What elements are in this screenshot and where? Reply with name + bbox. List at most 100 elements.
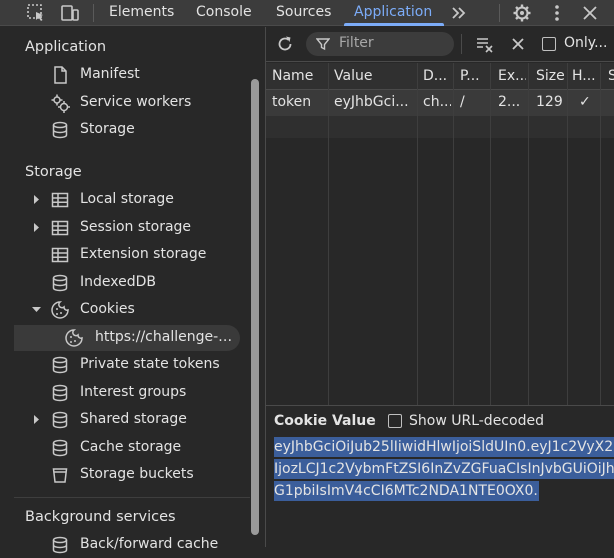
sidebar-item-label: Local storage — [80, 191, 174, 207]
column-header-expires[interactable]: Ex... — [498, 68, 526, 84]
cookie-value-text-line[interactable]: eyJhbGciOiJub25lIiwidHlwIjoiSldUIn0.eyJ1… — [274, 437, 614, 457]
collapse-arrow-icon[interactable] — [32, 305, 41, 314]
settings-gear-icon[interactable] — [512, 3, 532, 23]
more-tabs-icon[interactable] — [449, 3, 469, 23]
sidebar-item-service-workers[interactable]: Service workers — [14, 90, 240, 116]
column-divider[interactable] — [490, 63, 491, 405]
database-icon — [52, 356, 68, 374]
sidebar-item-label: https://challenge-1... — [95, 329, 237, 345]
cookie-table: Name Value D... P... Ex... Size H... S t… — [266, 63, 614, 405]
only-issues-label: Only... — [564, 35, 608, 51]
sidebar-item-label: Back/forward cache — [80, 536, 219, 552]
refresh-icon[interactable] — [275, 34, 295, 54]
sidebar-item-label: Cache storage — [80, 439, 182, 455]
database-icon — [52, 536, 68, 554]
tab-application[interactable]: Application — [354, 4, 432, 20]
tab-separator — [93, 4, 94, 22]
column-divider[interactable] — [453, 63, 454, 405]
tab-separator — [499, 4, 500, 22]
sidebar-scrollbar-thumb[interactable] — [251, 79, 259, 535]
database-icon — [52, 384, 68, 402]
sidebar-item-label: Manifest — [80, 66, 140, 82]
database-icon — [52, 411, 68, 429]
active-tab-indicator — [344, 23, 444, 26]
column-header-size[interactable]: Size — [536, 68, 566, 84]
tab-console[interactable]: Console — [196, 4, 252, 20]
column-header-value[interactable]: Value — [334, 68, 416, 84]
column-divider[interactable] — [417, 63, 418, 405]
column-header-secure[interactable]: S — [608, 68, 614, 84]
cell-path: / — [460, 94, 465, 110]
clear-filtered-cookies-icon[interactable] — [475, 34, 495, 54]
expand-arrow-icon[interactable] — [32, 223, 41, 232]
expand-arrow-icon[interactable] — [32, 415, 41, 424]
column-divider[interactable] — [328, 63, 329, 405]
close-devtools-icon[interactable] — [580, 3, 600, 23]
database-icon — [52, 121, 68, 139]
cell-value: eyJhbGci... — [334, 94, 409, 110]
column-header-domain[interactable]: D... — [423, 68, 451, 84]
sidebar-item-storage-buckets[interactable]: Storage buckets — [14, 462, 240, 488]
sidebar-item-indexeddb[interactable]: IndexedDB — [14, 270, 240, 296]
only-issues-checkbox[interactable] — [542, 37, 556, 51]
sidebar-item-storage[interactable]: Storage — [14, 117, 240, 143]
section-title-application: Application — [25, 39, 107, 55]
sidebar-item-label: Interest groups — [80, 384, 187, 400]
sidebar-item-local-storage[interactable]: Local storage — [14, 187, 240, 213]
cell-name: token — [272, 94, 312, 110]
table-row[interactable]: token eyJhbGci... ch... / 2... 129 ✓ — [266, 90, 614, 116]
filter-funnel-icon — [316, 38, 330, 51]
filter-input[interactable]: Filter — [306, 32, 454, 56]
column-header-name[interactable]: Name — [272, 68, 326, 84]
sidebar-item-extension-storage[interactable]: Extension storage — [14, 242, 240, 268]
cookie-value-text-line[interactable]: IjozLCJ1c2VybmFtZSI6InZvZGFuaCIsInJvbGUi… — [274, 459, 614, 479]
database-icon — [52, 274, 68, 292]
delete-selected-icon[interactable] — [508, 34, 528, 54]
inspect-element-icon[interactable] — [26, 3, 46, 23]
sidebar-item-label: IndexedDB — [80, 274, 156, 290]
column-header-path[interactable]: P... — [460, 68, 486, 84]
device-toolbar-icon[interactable] — [60, 3, 80, 23]
expand-arrow-icon[interactable] — [32, 195, 41, 204]
cell-expires: 2... — [498, 94, 521, 110]
table-icon — [51, 247, 69, 263]
column-header-httponly[interactable]: H... — [572, 68, 596, 84]
sidebar-item-label: Service workers — [80, 94, 192, 110]
application-sidebar: Application Manifest Service workers Sto… — [0, 27, 264, 554]
sidebar-item-label: Cookies — [80, 301, 135, 317]
cookie-value-title: Cookie Value — [274, 413, 376, 429]
sidebar-item-label: Storage buckets — [80, 466, 194, 482]
sidebar-item-shared-storage[interactable]: Shared storage — [14, 407, 240, 433]
section-title-background-services: Background services — [25, 509, 176, 525]
database-icon — [52, 439, 68, 457]
sidebar-item-private-state-tokens[interactable]: Private state tokens — [14, 352, 240, 378]
column-divider[interactable] — [567, 63, 568, 405]
cookie-value-text-line[interactable]: G1pbiIsImV4cCI6MTc2NDA1NTE0OX0. — [274, 481, 539, 501]
show-url-decoded-checkbox[interactable] — [388, 414, 402, 428]
gears-icon — [51, 94, 70, 113]
more-options-kebab-icon[interactable] — [547, 3, 567, 23]
cell-size: 129 — [536, 94, 563, 110]
column-divider[interactable] — [600, 63, 601, 405]
sidebar-item-cookie-origin[interactable]: https://challenge-1... — [14, 325, 240, 351]
sidebar-item-cache-storage[interactable]: Cache storage — [14, 435, 240, 461]
sidebar-item-label: Shared storage — [80, 411, 187, 427]
column-divider[interactable] — [528, 63, 529, 405]
sidebar-item-label: Private state tokens — [80, 356, 220, 372]
sidebar-item-manifest[interactable]: Manifest — [14, 62, 240, 88]
sidebar-item-interest-groups[interactable]: Interest groups — [14, 380, 240, 406]
table-header: Name Value D... P... Ex... Size H... S — [266, 63, 614, 90]
tab-elements[interactable]: Elements — [109, 4, 174, 20]
cookie-value-panel: Cookie Value Show URL-decoded eyJhbGciOi… — [266, 405, 614, 547]
table-icon — [51, 220, 69, 236]
devtools-tab-bar: Elements Console Sources Application — [0, 0, 614, 26]
sidebar-item-cookies[interactable]: Cookies — [14, 297, 240, 323]
sidebar-item-label: Storage — [80, 121, 135, 137]
tab-sources[interactable]: Sources — [276, 4, 331, 20]
cookies-toolbar: Filter Only... — [266, 27, 614, 62]
empty-row — [266, 116, 614, 138]
sidebar-item-back-forward-cache[interactable]: Back/forward cache — [14, 532, 240, 558]
table-icon — [51, 192, 69, 208]
sidebar-item-session-storage[interactable]: Session storage — [14, 215, 240, 241]
toolbar-separator — [461, 34, 462, 54]
